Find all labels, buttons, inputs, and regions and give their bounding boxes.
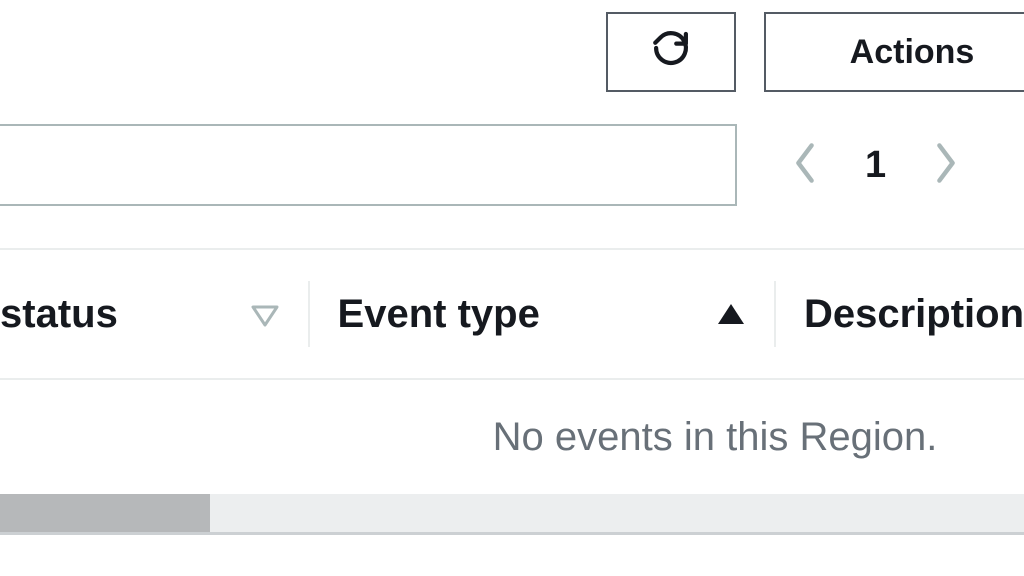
chevron-left-icon [791, 141, 819, 190]
pagination-next[interactable] [926, 137, 966, 193]
column-header-event-type[interactable]: Event type [310, 281, 774, 347]
refresh-icon [650, 27, 692, 78]
refresh-button[interactable] [606, 12, 736, 92]
column-header-event-type-label: Event type [338, 292, 540, 337]
column-header-status-label: status [0, 292, 118, 337]
column-header-description-label: Description [804, 292, 1024, 337]
table-header-row: status Event type Description [0, 250, 1024, 378]
table-body: No events in this Region. [0, 380, 1024, 494]
column-header-status[interactable]: status [0, 281, 308, 347]
sort-asc-icon [716, 301, 746, 327]
sort-outline-icon [250, 301, 280, 327]
filter-input[interactable] [0, 124, 737, 206]
horizontal-scrollbar-thumb[interactable] [0, 494, 210, 532]
column-header-description[interactable]: Description [776, 281, 1024, 347]
pagination-prev[interactable] [785, 137, 825, 193]
pagination-current: 1 [865, 144, 886, 187]
actions-button-label: Actions [850, 33, 975, 72]
panel-divider [0, 532, 1024, 535]
horizontal-scrollbar-track[interactable] [0, 494, 1024, 532]
chevron-right-icon [932, 141, 960, 190]
actions-button[interactable]: Actions [764, 12, 1024, 92]
table-empty-message: No events in this Region. [203, 415, 1024, 460]
pagination: 1 [785, 137, 966, 193]
